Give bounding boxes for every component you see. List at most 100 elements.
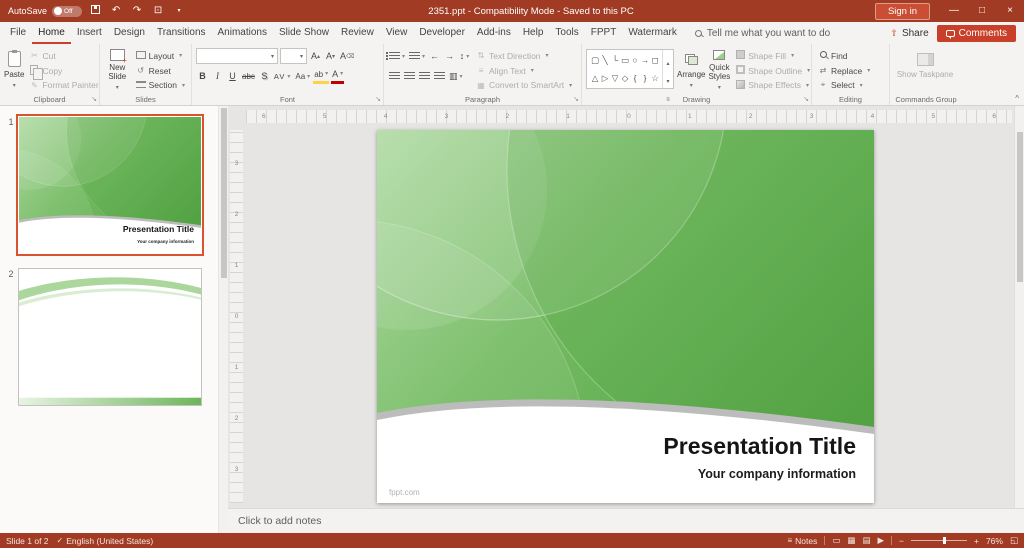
start-slideshow-button[interactable]: ⊡ (150, 0, 166, 22)
format-painter-button[interactable]: ✎ Format Painter (27, 78, 100, 92)
tab-fppt[interactable]: FPPT (585, 22, 623, 44)
find-button[interactable]: Find (816, 49, 872, 63)
minimize-button[interactable]: — (940, 0, 968, 22)
arrange-button[interactable]: Arrange (677, 47, 705, 92)
bold-button[interactable]: B (196, 69, 209, 84)
tab-tools[interactable]: Tools (549, 22, 584, 44)
close-button[interactable]: × (996, 0, 1024, 22)
sign-in-button[interactable]: Sign in (874, 2, 930, 20)
font-color-button[interactable]: A (331, 69, 345, 84)
line-spacing-button[interactable]: ↕ (458, 49, 471, 64)
shape-oval-icon[interactable]: ○ (630, 55, 640, 65)
shape-right-triangle-icon[interactable]: ▷ (600, 73, 610, 84)
slide-title-text[interactable]: Presentation Title (663, 433, 856, 460)
tab-add-ins[interactable]: Add-ins (471, 22, 517, 44)
decrease-font-size-button[interactable]: A ▾ (324, 49, 337, 64)
tab-review[interactable]: Review (335, 22, 380, 44)
slideshow-view-button[interactable]: ▶ (877, 535, 884, 546)
paragraph-dialog-launcher[interactable]: ↘ (573, 96, 579, 104)
share-button[interactable]: ⇧ Share (882, 28, 936, 39)
comments-button[interactable]: Comments (936, 24, 1016, 42)
customize-qat-button[interactable]: ▾ (171, 0, 187, 22)
new-slide-button[interactable]: New Slide (104, 47, 131, 92)
redo-button[interactable]: ↷ (129, 0, 145, 22)
slide-sorter-view-button[interactable]: ▦ (847, 535, 855, 546)
align-center-button[interactable] (403, 69, 416, 84)
shape-star-icon[interactable]: ☆ (650, 73, 660, 84)
shape-arrow-icon[interactable]: → (640, 55, 650, 65)
tab-transitions[interactable]: Transitions (151, 22, 212, 44)
undo-button[interactable]: ↶ (108, 0, 124, 22)
tell-me-search[interactable]: Tell me what you want to do (694, 28, 830, 39)
tab-help[interactable]: Help (517, 22, 550, 44)
cut-button[interactable]: ✂ Cut (27, 49, 100, 63)
slide-1-thumbnail[interactable]: Presentation Title Your company informat… (16, 114, 204, 256)
tab-design[interactable]: Design (108, 22, 151, 44)
align-right-button[interactable] (418, 69, 431, 84)
bullets-button[interactable] (386, 49, 406, 64)
zoom-slider[interactable] (910, 536, 967, 545)
tab-insert[interactable]: Insert (71, 22, 108, 44)
font-dialog-launcher[interactable]: ↘ (375, 96, 381, 104)
align-left-button[interactable] (388, 69, 401, 84)
tab-home[interactable]: Home (32, 22, 71, 44)
slide-2-thumbnail[interactable] (18, 268, 202, 406)
reset-button[interactable]: ↺ Reset (134, 64, 187, 78)
columns-button[interactable]: ▥ (448, 69, 464, 84)
slide-subtitle-text[interactable]: Your company information (698, 467, 856, 481)
text-shadow-button[interactable]: S (258, 69, 271, 84)
clipboard-dialog-launcher[interactable]: ↘ (91, 96, 97, 104)
increase-indent-button[interactable]: → (443, 49, 456, 64)
shape-down-triangle-icon[interactable]: ▽ (610, 73, 620, 84)
paste-button[interactable]: Paste (4, 47, 24, 92)
reading-view-button[interactable]: ▤ (862, 535, 870, 546)
font-name-select[interactable] (196, 48, 278, 64)
select-button[interactable]: ⌖ Select (816, 78, 872, 92)
tab-view[interactable]: View (380, 22, 414, 44)
tab-file[interactable]: File (4, 22, 32, 44)
section-button[interactable]: Section (134, 78, 187, 92)
shape-outline-button[interactable]: Shape Outline (733, 64, 812, 78)
shape-triangle-icon[interactable]: △ (590, 73, 600, 84)
change-case-button[interactable]: Aa (294, 69, 311, 84)
zoom-slider-thumb[interactable] (943, 537, 947, 544)
shape-left-brace-icon[interactable]: { (630, 73, 640, 83)
shape-square-icon[interactable]: ◻ (650, 55, 660, 66)
decrease-indent-button[interactable]: ← (428, 49, 441, 64)
increase-font-size-button[interactable]: A ▴ (309, 49, 322, 64)
shape-effects-button[interactable]: Shape Effects (733, 78, 812, 92)
clear-formatting-button[interactable]: A ⌫ (339, 49, 356, 64)
text-direction-button[interactable]: ⇅ Text Direction (474, 49, 574, 63)
fit-to-window-button[interactable]: ◱ (1010, 535, 1018, 546)
collapse-ribbon-button[interactable]: ^ (1015, 94, 1019, 103)
show-taskpane-button[interactable]: Show Taskpane (894, 47, 956, 92)
tab-animations[interactable]: Animations (212, 22, 273, 44)
editor-vertical-scrollbar[interactable] (1014, 106, 1024, 508)
align-text-button[interactable]: ≡ Align Text (474, 64, 574, 78)
slide-canvas[interactable]: Presentation Title Your company informat… (377, 130, 874, 503)
font-size-select[interactable] (280, 48, 307, 64)
shape-fill-button[interactable]: Shape Fill (733, 49, 812, 63)
gallery-down-icon[interactable] (666, 70, 669, 88)
save-button[interactable] (87, 0, 103, 23)
maximize-button[interactable]: □ (968, 0, 996, 22)
underline-button[interactable]: U (226, 69, 239, 84)
gallery-up-icon[interactable] (666, 52, 669, 70)
strikethrough-button[interactable]: abc (241, 69, 256, 84)
zoom-level-button[interactable]: 76% (986, 536, 1003, 546)
zoom-in-button[interactable]: + (974, 536, 979, 546)
character-spacing-button[interactable]: AV (273, 69, 292, 84)
tab-slide-show[interactable]: Slide Show (273, 22, 335, 44)
layout-button[interactable]: Layout (134, 49, 187, 63)
copy-button[interactable]: Copy (27, 64, 100, 80)
thumbnail-pane-scrollbar[interactable] (218, 106, 228, 533)
shape-rectangle-outline-icon[interactable]: ▢ (590, 55, 600, 66)
convert-to-smartart-button[interactable]: ▦ Convert to SmartArt (474, 78, 574, 92)
shape-right-brace-icon[interactable]: } (640, 73, 650, 83)
zoom-out-button[interactable]: − (899, 536, 904, 546)
autosave-toggle[interactable]: Off (52, 5, 83, 17)
notes-toggle-button[interactable]: ≡ Notes (787, 536, 817, 546)
numbering-button[interactable] (408, 49, 426, 64)
tab-watermark[interactable]: Watermark (622, 22, 683, 44)
drawing-dialog-launcher[interactable]: ↘ (803, 96, 809, 104)
